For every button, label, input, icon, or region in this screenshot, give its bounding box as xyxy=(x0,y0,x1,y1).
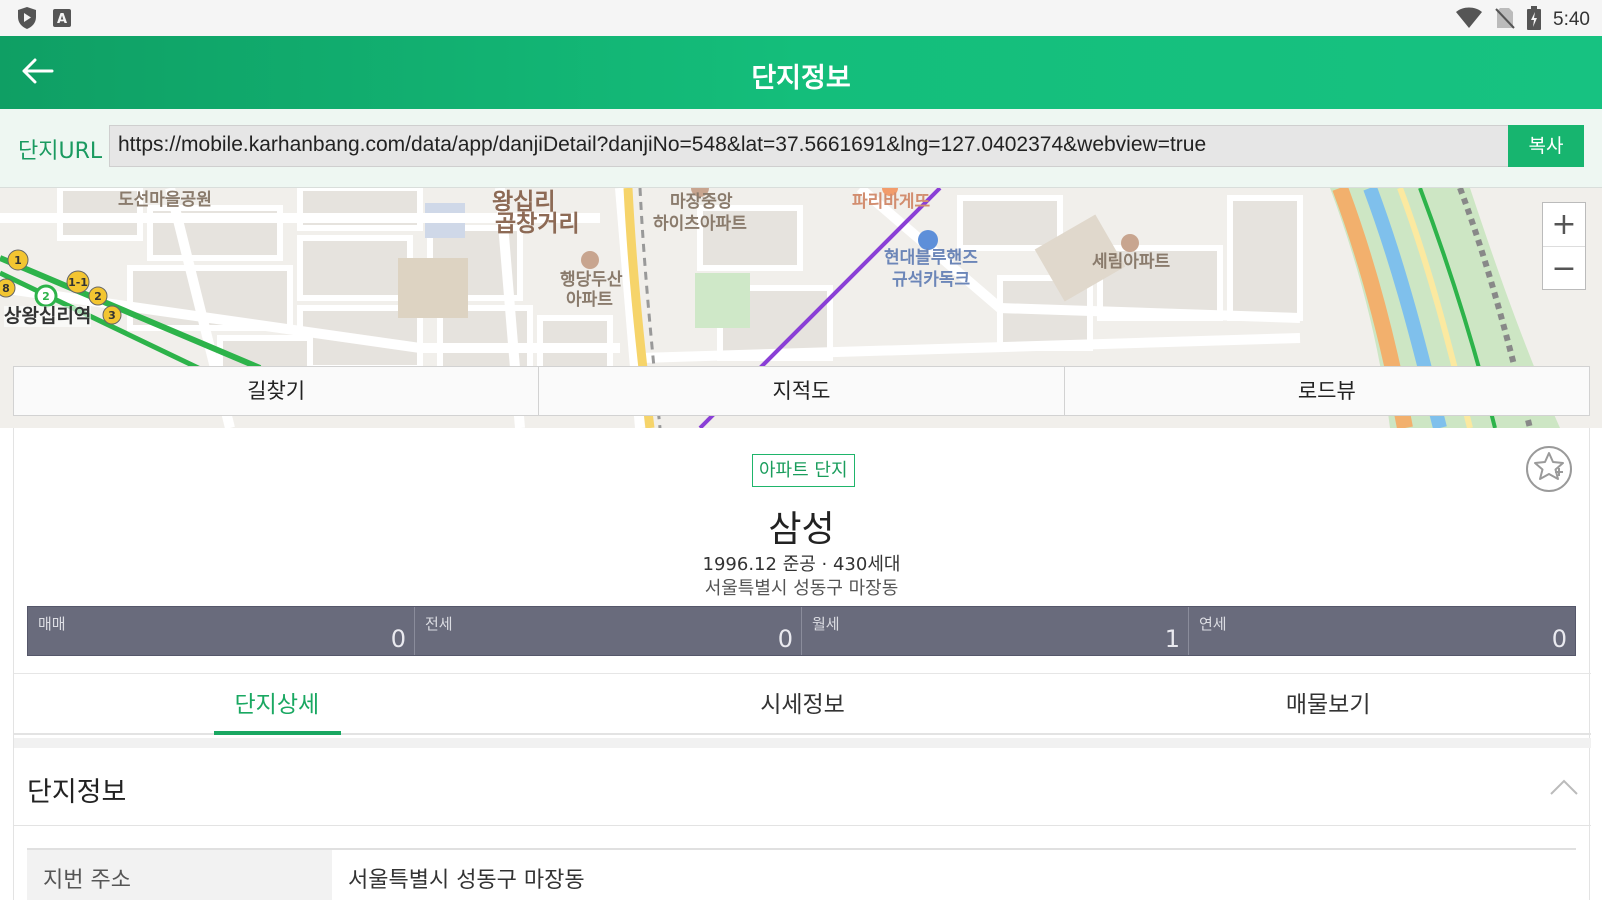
favorite-button[interactable] xyxy=(1526,446,1572,492)
status-bar: A 5:40 xyxy=(0,0,1602,36)
complex-summary: 1996.12 준공 · 430세대 xyxy=(702,554,901,575)
map-label-heights: 하이츠아파트 xyxy=(653,214,747,234)
listing-counts: 매매 0 전세 0 월세 1 연세 0 xyxy=(27,606,1576,656)
count-sale[interactable]: 매매 0 xyxy=(28,607,414,655)
count-value: 0 xyxy=(390,625,406,653)
map-label-gopchang: 곱창거리 xyxy=(495,211,580,237)
section-title: 단지정보 xyxy=(27,777,127,808)
battery-charging-icon xyxy=(1527,6,1542,34)
app-header: 단지정보 xyxy=(0,36,1602,109)
map-label-station: 상왕십리역 xyxy=(4,305,92,327)
info-row: 지번 주소 서울특별시 성동구 마장동 xyxy=(27,848,1576,900)
tab-price-info[interactable]: 시세정보 xyxy=(540,674,1066,733)
map-label-kyuseok: 규석카독크 xyxy=(892,270,971,290)
section-divider xyxy=(14,738,1591,748)
count-label: 월세 xyxy=(812,615,840,633)
svg-text:A: A xyxy=(57,12,67,27)
complex-address: 서울특별시 성동구 마장동 xyxy=(704,578,899,599)
complex-name: 삼성 xyxy=(768,509,835,550)
url-row: 단지URL https://mobile.karhanbang.com/data… xyxy=(0,109,1602,188)
tab-listings[interactable]: 매물보기 xyxy=(1065,674,1591,733)
url-field[interactable]: https://mobile.karhanbang.com/data/app/d… xyxy=(109,125,1509,167)
map-label-park: 도선마을공원 xyxy=(118,190,212,210)
svg-text:2: 2 xyxy=(42,290,50,303)
type-badge: 아파트 단지 xyxy=(752,454,855,487)
map-label-paris: 파리바게뜨 xyxy=(852,192,931,212)
count-value: 0 xyxy=(1551,625,1567,653)
count-value: 0 xyxy=(777,625,793,653)
cadastral-map-button[interactable]: 지적도 xyxy=(538,367,1063,415)
copy-button[interactable]: 복사 xyxy=(1508,125,1584,167)
info-value: 서울특별시 성동구 마장동 xyxy=(348,868,585,893)
count-value: 1 xyxy=(1164,625,1180,653)
wifi-icon xyxy=(1455,7,1483,33)
tab-complex-detail[interactable]: 단지상세 xyxy=(14,674,540,735)
keyboard-a-icon: A xyxy=(52,8,72,32)
chevron-up-icon xyxy=(1549,778,1579,800)
no-sim-icon xyxy=(1495,7,1515,33)
map-zoom-control: + − xyxy=(1542,202,1586,290)
svg-text:2: 2 xyxy=(94,290,102,303)
clock-time: 5:40 xyxy=(1553,9,1590,30)
directions-button[interactable]: 길찾기 xyxy=(14,367,538,415)
info-key: 지번 주소 xyxy=(27,850,332,900)
map-label-haengdang: 행당두산 xyxy=(560,270,623,290)
svg-text:8: 8 xyxy=(2,282,10,295)
svg-text:1: 1 xyxy=(14,254,22,267)
svg-text:1-1: 1-1 xyxy=(68,276,88,289)
count-monthly[interactable]: 월세 1 xyxy=(801,607,1188,655)
roadview-button[interactable]: 로드뷰 xyxy=(1063,367,1589,415)
complex-card: 아파트 단지 삼성 1996.12 준공 · 430세대 서울특별시 성동구 마… xyxy=(13,428,1591,900)
map-label-hyundai: 현대블루핸즈 xyxy=(884,248,978,268)
map-label-apt: 아파트 xyxy=(566,290,613,310)
shield-icon xyxy=(16,6,38,34)
count-jeonse[interactable]: 전세 0 xyxy=(414,607,801,655)
svg-text:3: 3 xyxy=(108,309,116,322)
map-label-serim: 세림아파트 xyxy=(1092,252,1171,272)
count-yearly[interactable]: 연세 0 xyxy=(1188,607,1575,655)
count-label: 전세 xyxy=(425,615,453,633)
section-header[interactable]: 단지정보 xyxy=(14,748,1591,826)
map-label-majang: 마장중앙 xyxy=(670,192,733,212)
zoom-out-button[interactable]: − xyxy=(1543,246,1585,289)
zoom-in-button[interactable]: + xyxy=(1543,203,1585,246)
count-label: 매매 xyxy=(38,615,66,633)
detail-tabs: 단지상세 시세정보 매물보기 xyxy=(14,673,1591,735)
star-plus-icon xyxy=(1532,450,1566,488)
url-label: 단지URL xyxy=(18,139,103,164)
page-title: 단지정보 xyxy=(751,63,851,94)
count-label: 연세 xyxy=(1199,615,1227,633)
map-action-bar: 길찾기 지적도 로드뷰 xyxy=(13,366,1590,416)
